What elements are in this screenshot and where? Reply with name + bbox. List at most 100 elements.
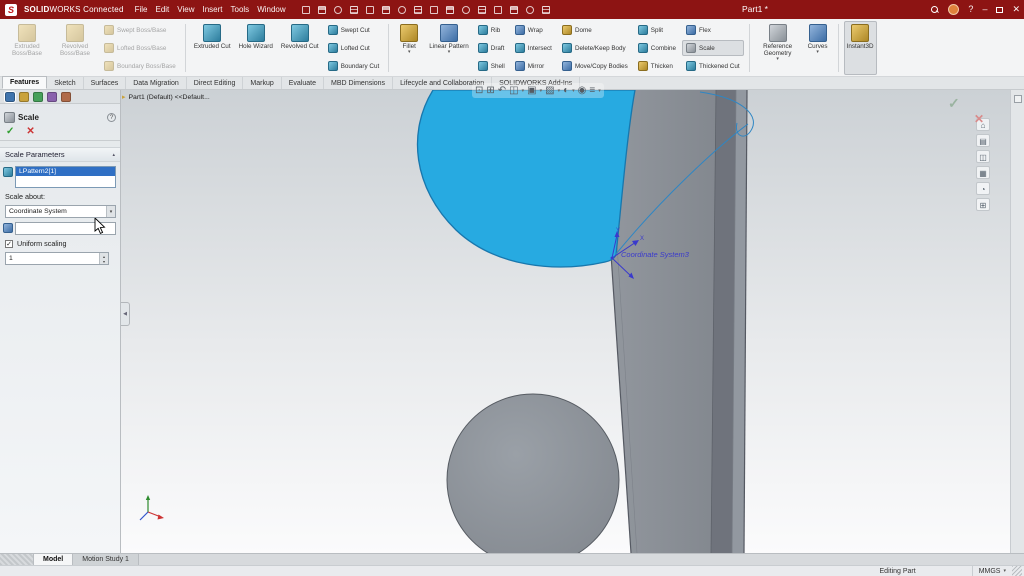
display-style-icon[interactable]: ▨ (545, 86, 554, 96)
flex-button[interactable]: Flex (682, 22, 744, 38)
redo-icon[interactable] (397, 4, 408, 15)
hole-wizard-button[interactable]: Hole Wizard (236, 21, 276, 75)
move-copy-bodies-button[interactable]: Move/Copy Bodies (558, 58, 632, 74)
zoom-area-icon[interactable]: ⊞ (486, 86, 494, 96)
maximize-button[interactable] (996, 7, 1003, 13)
pin-icon[interactable] (301, 4, 312, 15)
revolved-cut-button[interactable]: Revolved Cut (278, 21, 322, 75)
linear-pattern-button[interactable]: Linear Pattern▾ (426, 21, 472, 75)
bodies-selection-list[interactable]: LPattern2[1] (15, 166, 116, 188)
zoom-fit-icon[interactable]: ⊡ (475, 86, 483, 96)
thickened-cut-button[interactable]: Thickened Cut (682, 58, 744, 74)
fillet-button[interactable]: Fillet▾ (394, 21, 424, 75)
file-explorer-icon[interactable]: ◫ (976, 150, 990, 163)
smart-dimension-icon[interactable] (445, 4, 456, 15)
new-icon[interactable] (317, 4, 328, 15)
rib-button[interactable]: Rib (474, 22, 509, 38)
tab-motion-study-1[interactable]: Motion Study 1 (73, 554, 139, 565)
file-properties-icon[interactable] (541, 4, 552, 15)
delete-keep-body-button[interactable]: Delete/Keep Body (558, 40, 632, 56)
hide-show-items-icon[interactable]: ◐ (563, 86, 569, 96)
dimxpert-tab-icon[interactable] (47, 92, 57, 102)
3d-scene[interactable]: Y X Coordinate System3 (0, 90, 1010, 553)
appearance-icon[interactable] (509, 4, 520, 15)
undo-icon[interactable] (381, 4, 392, 15)
scale-factor-input[interactable]: 1 ▴▾ (5, 252, 109, 265)
extruded-cut-button[interactable]: Extruded Cut (191, 21, 234, 75)
tab-evaluate[interactable]: Evaluate (282, 77, 324, 89)
panel-collapse-arrow[interactable]: ◀ (121, 302, 130, 326)
selection-item[interactable]: LPattern2[1] (16, 167, 115, 176)
mirror-button[interactable]: Mirror (511, 58, 556, 74)
curves-button[interactable]: Curves▾ (803, 21, 833, 75)
cancel-button[interactable]: ✕ (26, 126, 34, 137)
tab-model[interactable]: Model (34, 554, 73, 565)
dome-button[interactable]: Dome (558, 22, 632, 38)
splitter-grip[interactable] (0, 554, 34, 565)
tab-sketch[interactable]: Sketch (47, 77, 83, 89)
split-button[interactable]: Split (634, 22, 680, 38)
coordinate-system-label[interactable]: Coordinate System3 (621, 250, 690, 259)
boundary-cut-button[interactable]: Boundary Cut (324, 58, 384, 74)
intersect-button[interactable]: Intersect (511, 40, 556, 56)
minimize-button[interactable]: – (982, 5, 987, 14)
view-palette-icon[interactable]: ▦ (976, 166, 990, 179)
user-avatar[interactable] (948, 4, 959, 15)
spinner-buttons[interactable]: ▴▾ (99, 253, 108, 264)
ok-button[interactable]: ✓ (6, 126, 14, 137)
previous-view-icon[interactable]: ↶ (498, 86, 506, 96)
custom-properties-icon[interactable]: ⊞ (976, 198, 990, 211)
close-button[interactable]: ✕ (1012, 5, 1020, 14)
feature-tree-tab-icon[interactable] (19, 92, 29, 102)
tab-mbd-dimensions[interactable]: MBD Dimensions (324, 77, 393, 89)
flyout-root-label[interactable]: Part1 (Default) <<Default... (129, 94, 210, 101)
view-settings-icon[interactable]: ≡ (589, 86, 595, 96)
tab-data-migration[interactable]: Data Migration (126, 77, 187, 89)
task-pane-collapsed-bar[interactable] (1010, 90, 1024, 553)
open-icon[interactable] (333, 4, 344, 15)
rebuild-icon[interactable] (493, 4, 504, 15)
design-library-icon[interactable]: ▤ (976, 134, 990, 147)
shell-button[interactable]: Shell (474, 58, 509, 74)
print-icon[interactable] (365, 4, 376, 15)
thicken-button[interactable]: Thicken (634, 58, 680, 74)
property-manager-tab-icon[interactable] (5, 92, 15, 102)
options-icon[interactable] (525, 4, 536, 15)
configurations-tab-icon[interactable] (33, 92, 43, 102)
view-orientation-icon[interactable]: ▣ (527, 86, 536, 96)
menu-file[interactable]: File (135, 5, 148, 14)
flyout-arrow-icon[interactable]: ▸ (122, 93, 126, 101)
search-icon[interactable] (931, 6, 939, 14)
tab-surfaces[interactable]: Surfaces (84, 77, 127, 89)
uniform-scaling-checkbox[interactable]: ✓ (5, 240, 13, 248)
collapse-chevron-icon[interactable]: ▴ (112, 152, 115, 158)
section-view-icon[interactable]: ◫ (509, 86, 518, 96)
spin-down-icon[interactable]: ▾ (103, 259, 105, 264)
graphics-area[interactable]: Y X Coordinate System3 ⌂▤◫▦◔⊞ (0, 90, 1010, 553)
scale-parameters-group[interactable]: Scale Parameters ▴ (0, 147, 120, 162)
tab-markup[interactable]: Markup (243, 77, 281, 89)
help-icon[interactable]: ? (968, 5, 973, 14)
confirmation-ok-icon[interactable]: ✓ (948, 95, 960, 112)
select-icon[interactable] (413, 4, 424, 15)
tab-features[interactable]: Features (2, 76, 47, 89)
tab-direct-editing[interactable]: Direct Editing (187, 77, 244, 89)
lofted-cut-button[interactable]: Lofted Cut (324, 40, 384, 56)
draft-button[interactable]: Draft (474, 40, 509, 56)
measure-icon[interactable] (461, 4, 472, 15)
menu-window[interactable]: Window (257, 5, 285, 14)
appearances-icon[interactable]: ◔ (976, 182, 990, 195)
units-selector[interactable]: MMGS ▾ (972, 566, 1012, 576)
sketch-icon[interactable] (429, 4, 440, 15)
scale-button[interactable]: Scale (682, 40, 744, 56)
swept-cut-button[interactable]: Swept Cut (324, 22, 384, 38)
dropdown-caret-icon[interactable]: ▾ (106, 206, 115, 217)
menu-insert[interactable]: Insert (202, 5, 222, 14)
menu-edit[interactable]: Edit (155, 5, 169, 14)
help-icon[interactable]: ? (107, 113, 116, 122)
combine-button[interactable]: Combine (634, 40, 680, 56)
wrap-button[interactable]: Wrap (511, 22, 556, 38)
save-icon[interactable] (349, 4, 360, 15)
section-view-icon[interactable] (477, 4, 488, 15)
menu-tools[interactable]: Tools (231, 5, 250, 14)
